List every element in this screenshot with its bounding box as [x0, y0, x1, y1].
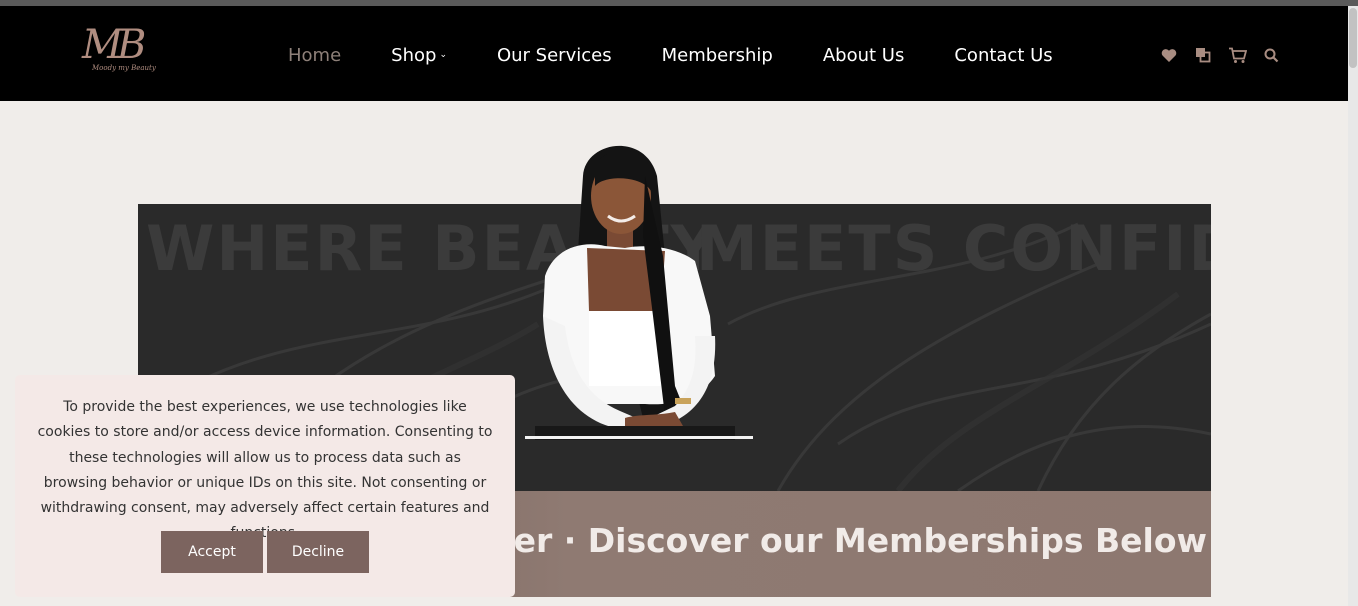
marquee-text: mber · Discover our Memberships Below: [455, 521, 1207, 560]
site-header: MB Moody my Beauty Home Shop ⌄ Our Servic…: [0, 6, 1348, 101]
cookie-consent-banner: To provide the best experiences, we use …: [15, 375, 515, 597]
nav-contact-us[interactable]: Contact Us: [954, 45, 1052, 66]
decline-button[interactable]: Decline: [267, 531, 369, 573]
nav-about-us[interactable]: About Us: [823, 45, 905, 66]
compare-icon[interactable]: [1192, 46, 1214, 64]
nav-home[interactable]: Home: [288, 45, 341, 66]
search-icon[interactable]: [1260, 46, 1282, 64]
logo-monogram: MB: [82, 22, 146, 68]
main-nav: Home Shop ⌄ Our Services Membership About…: [288, 42, 1103, 68]
cart-icon[interactable]: [1226, 46, 1248, 64]
chevron-down-icon: ⌄: [439, 50, 447, 60]
scrollbar-thumb[interactable]: [1349, 8, 1357, 68]
site-logo[interactable]: MB Moody my Beauty: [80, 18, 162, 92]
accept-button[interactable]: Accept: [161, 531, 263, 573]
model-photo: [535, 145, 735, 440]
logo-tagline: Moody my Beauty: [92, 64, 156, 72]
nav-shop[interactable]: Shop ⌄: [391, 45, 447, 66]
nav-our-services[interactable]: Our Services: [497, 45, 612, 66]
nav-membership[interactable]: Membership: [662, 45, 773, 66]
scrollbar[interactable]: [1348, 6, 1358, 606]
header-icons: [1158, 46, 1294, 64]
heart-icon[interactable]: [1158, 46, 1180, 64]
hero-headline-right: MEETS CONFIDENCE: [696, 212, 1211, 285]
hero-divider: [525, 436, 753, 439]
cookie-message: To provide the best experiences, we use …: [37, 399, 493, 542]
